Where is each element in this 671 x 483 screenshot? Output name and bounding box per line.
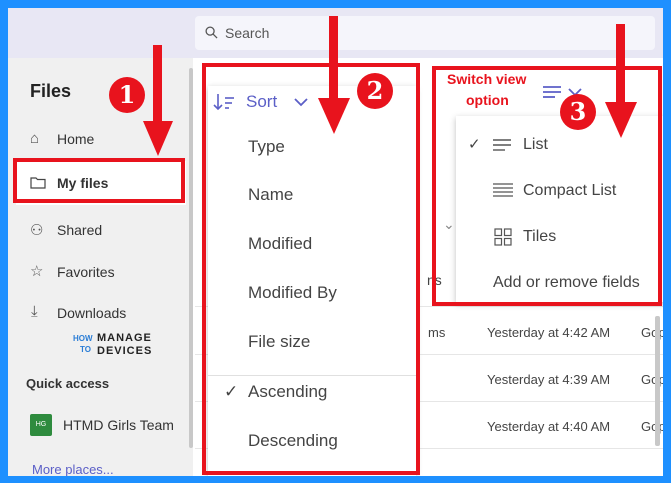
annotation-badge-2: 2	[357, 73, 393, 109]
more-places-link[interactable]: More places...	[32, 462, 114, 476]
modified-date: Yesterday at 4:42 AM	[487, 325, 611, 340]
sidebar-item-label: Downloads	[57, 305, 127, 321]
annotation-badge-3: 3	[560, 94, 596, 130]
sidebar-item-label: Shared	[57, 222, 103, 238]
quick-access-heading: Quick access	[26, 376, 110, 391]
sidebar-item-label: HTMD Girls Team	[63, 417, 174, 433]
page-title: Files	[30, 81, 72, 101]
logo-text: DEVICES	[97, 345, 153, 357]
sidebar-item-label: Favorites	[57, 264, 115, 280]
annotation-box-sort	[202, 63, 420, 475]
sidebar-item-label: Home	[57, 131, 95, 147]
htmd-logo: HOW TO MANAGE DEVICES	[73, 332, 155, 360]
file-name: ms	[428, 325, 446, 340]
annotation-box-my-files	[13, 158, 185, 203]
team-avatar: HG	[30, 414, 52, 436]
shared-icon: ⚇	[30, 222, 44, 239]
annotation-badge-1: 1	[109, 77, 145, 113]
search-icon	[205, 26, 218, 39]
sidebar-scrollbar[interactable]	[189, 68, 193, 448]
search-input[interactable]: Search	[225, 25, 269, 41]
logo-text: TO	[80, 345, 91, 354]
list-scrollbar[interactable]	[655, 316, 660, 446]
search-box[interactable]: Search	[195, 16, 655, 50]
star-icon: ☆	[30, 263, 44, 280]
modified-date: Yesterday at 4:40 AM	[487, 419, 611, 434]
home-icon: ⌂	[30, 130, 40, 147]
modified-date: Yesterday at 4:39 AM	[487, 372, 611, 387]
logo-text: HOW	[73, 334, 93, 343]
app-window: Search Files ⌂ Home My files ⚇ Shared ☆ …	[8, 8, 663, 476]
logo-text: MANAGE	[97, 332, 152, 344]
download-icon: ⤓	[31, 303, 38, 320]
